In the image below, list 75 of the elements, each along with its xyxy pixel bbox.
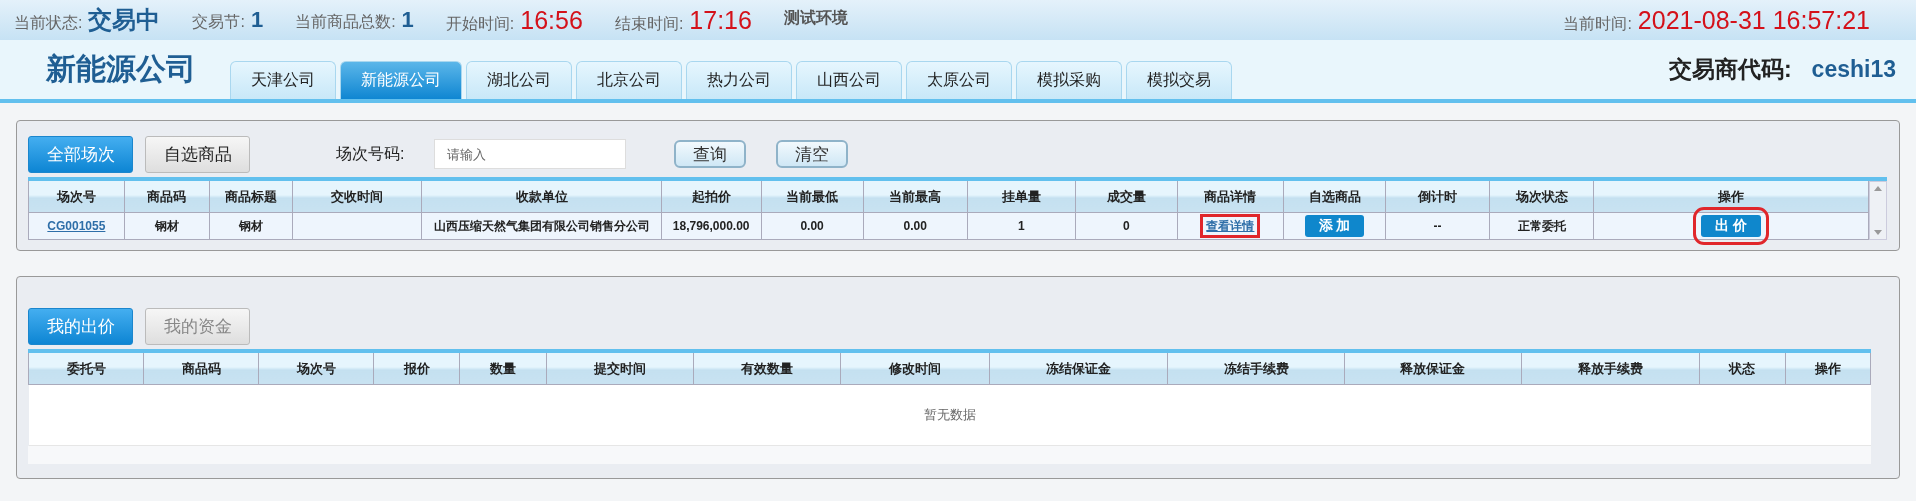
company-tab[interactable]: 湖北公司 bbox=[466, 61, 572, 99]
column-header: 释放手续费 bbox=[1521, 353, 1700, 385]
status-value: 1 bbox=[401, 7, 414, 33]
table-cell: 18,796,000.00 bbox=[661, 212, 762, 240]
status-value: 17:16 bbox=[689, 5, 752, 35]
status-label: 结束时间: bbox=[614, 13, 684, 34]
status-value: 16:56 bbox=[520, 5, 583, 35]
column-header: 修改时间 bbox=[840, 353, 990, 385]
column-header: 成交量 bbox=[1075, 181, 1178, 213]
column-header: 当前最高 bbox=[863, 181, 968, 213]
column-header: 收款单位 bbox=[421, 181, 662, 213]
column-header: 商品码 bbox=[124, 181, 210, 213]
status-label: 开始时间: bbox=[445, 13, 515, 34]
table-cell: 钢材 bbox=[124, 212, 210, 240]
details-link[interactable]: 查看详情 bbox=[1200, 213, 1261, 238]
panel-tab[interactable]: 自选商品 bbox=[145, 135, 250, 173]
company-tab[interactable]: 天津公司 bbox=[230, 61, 336, 99]
empty-message: 暂无数据 bbox=[923, 407, 976, 422]
column-header: 起拍价 bbox=[661, 181, 762, 213]
column-header: 有效数量 bbox=[693, 353, 841, 385]
table-cell: -- bbox=[1385, 212, 1490, 240]
company-tab[interactable]: 模拟采购 bbox=[1016, 61, 1122, 99]
search-label: 场次号码: bbox=[336, 143, 405, 164]
column-header: 释放保证金 bbox=[1344, 353, 1522, 385]
session-link[interactable]: CG001055 bbox=[44, 217, 109, 235]
company-tab[interactable]: 太原公司 bbox=[906, 61, 1012, 99]
column-header: 当前最低 bbox=[761, 181, 864, 213]
column-header: 数量 bbox=[459, 353, 547, 385]
column-header: 操作 bbox=[1785, 353, 1871, 385]
status-label: 当前商品总数: bbox=[295, 12, 396, 32]
column-header: 交收时间 bbox=[292, 181, 422, 213]
company-title: 新能源公司 bbox=[46, 51, 196, 87]
column-header: 提交时间 bbox=[546, 353, 694, 385]
table-cell: 0 bbox=[1075, 212, 1178, 240]
column-header: 冻结保证金 bbox=[989, 353, 1168, 385]
column-header: 报价 bbox=[373, 353, 460, 385]
column-header: 场次号 bbox=[258, 353, 374, 385]
column-header: 自选商品 bbox=[1283, 181, 1386, 213]
column-header: 挂单量 bbox=[967, 181, 1076, 213]
scroll-down-icon[interactable] bbox=[1874, 230, 1882, 235]
company-tab[interactable]: 北京公司 bbox=[576, 61, 682, 99]
trader-label: 交易商代码: bbox=[1668, 55, 1792, 84]
column-header: 冻结手续费 bbox=[1167, 353, 1345, 385]
column-header: 操作 bbox=[1593, 181, 1869, 213]
status-label: 当前状态: bbox=[14, 13, 83, 33]
clear-button[interactable]: 清空 bbox=[776, 140, 849, 168]
scroll-up-icon[interactable] bbox=[1874, 186, 1882, 191]
time-label: 当前时间: bbox=[1563, 13, 1632, 34]
company-tab[interactable]: 热力公司 bbox=[686, 61, 792, 99]
table-cell: 0.00 bbox=[863, 212, 968, 240]
status-value: 1 bbox=[250, 7, 264, 33]
table-cell: 正常委托 bbox=[1489, 212, 1594, 240]
column-header: 委托号 bbox=[28, 353, 144, 385]
search-button[interactable]: 查询 bbox=[674, 140, 747, 168]
table-cell: 0.00 bbox=[761, 212, 864, 240]
column-header: 场次状态 bbox=[1489, 181, 1594, 213]
environment-label: 测试环境 bbox=[783, 8, 848, 28]
table-cell: 山西压缩天然气集团有限公司销售分公司 bbox=[421, 212, 662, 240]
status-value: 交易中 bbox=[88, 5, 161, 35]
column-header: 商品标题 bbox=[209, 181, 293, 213]
search-field[interactable]: 请输入 bbox=[434, 139, 627, 169]
column-header: 倒计时 bbox=[1385, 181, 1490, 213]
column-header: 商品码 bbox=[143, 353, 259, 385]
status-label: 交易节: bbox=[192, 12, 245, 32]
add-button[interactable]: 添 加 bbox=[1304, 215, 1365, 237]
column-header: 场次号 bbox=[28, 181, 125, 213]
trader-code: ceshi13 bbox=[1811, 56, 1896, 83]
company-tab[interactable]: 山西公司 bbox=[796, 61, 902, 99]
table-cell: 1 bbox=[967, 212, 1076, 240]
table-cell: 钢材 bbox=[209, 212, 293, 240]
column-header: 状态 bbox=[1699, 353, 1785, 385]
column-header: 商品详情 bbox=[1177, 181, 1284, 213]
scrollbar[interactable] bbox=[1869, 181, 1887, 240]
company-tab[interactable]: 模拟交易 bbox=[1126, 61, 1232, 99]
current-time: 2021-08-31 16:57:21 bbox=[1637, 5, 1870, 35]
